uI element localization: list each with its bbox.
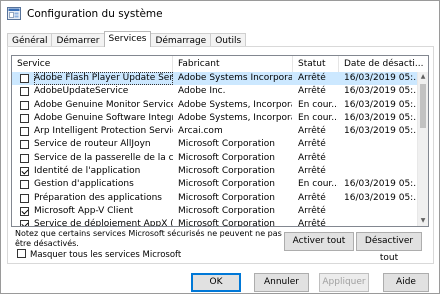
disabled-date-cell: 16/03/2019 05:... [344, 126, 418, 137]
cancel-button[interactable]: Annuler [254, 273, 309, 292]
table-row[interactable]: Identité de l'application Microsoft Corpo… [12, 165, 428, 178]
table-row[interactable]: AdobeUpdateService Adobe Inc. Arrêté 16/03/… [12, 85, 428, 98]
apply-button[interactable]: Appliquer [319, 273, 369, 292]
table-row[interactable]: Microsoft App-V Client Microsoft Corporat… [12, 205, 428, 218]
service-name-cell: AdobeUpdateService [34, 86, 129, 97]
tab-services[interactable]: Services [103, 31, 152, 47]
row-checkbox[interactable] [20, 193, 29, 203]
service-name-cell: Adobe Genuine Monitor Service [34, 99, 173, 110]
status-cell: Arrêté [298, 166, 326, 177]
hide-microsoft-services-label: Masquer tous les services Microsoft [30, 250, 182, 260]
column-header-status[interactable]: Statut [293, 56, 339, 72]
tab-tools[interactable]: Outils [210, 33, 247, 47]
service-name-cell: Arp Intelligent Protection Service [34, 126, 173, 137]
status-cell: Arrêté [298, 219, 326, 227]
checkbox-box[interactable] [17, 249, 26, 258]
disabled-date-cell: 16/03/2019 05:... [344, 192, 418, 203]
vertical-scrollbar[interactable]: ▲ ▼ [417, 72, 428, 226]
vendor-cell: Arcai.com [178, 126, 223, 137]
vendor-cell: Microsoft Corporation [178, 179, 275, 190]
column-header-disabled-date[interactable]: Date de désacti... [339, 56, 424, 72]
row-checkbox[interactable] [20, 153, 29, 163]
status-cell: Arrêté [298, 152, 326, 163]
table-row[interactable]: Service de déploiement AppX (A... Microso… [12, 218, 428, 227]
vendor-cell: Microsoft Corporation [178, 192, 275, 203]
row-checkbox[interactable] [20, 113, 29, 123]
row-checkbox[interactable] [20, 100, 29, 110]
vendor-cell: Adobe Systems Incorporated [178, 73, 292, 83]
disabled-date-cell: 16/03/2019 05:... [344, 86, 418, 97]
disabled-date-cell: 16/03/2019 05:... [344, 179, 418, 190]
service-name-cell: Microsoft App-V Client [34, 205, 134, 216]
vendor-cell: Microsoft Corporation [178, 166, 275, 177]
service-name-cell: Adobe Flash Player Update Service [34, 72, 173, 86]
table-row[interactable]: Service de la passerelle de la co... Micr… [12, 152, 428, 165]
tab-bar: Général Démarrer Services Démarrage Outi… [7, 31, 247, 47]
title-bar: Configuration du système [1, 1, 439, 27]
row-checkbox[interactable] [20, 167, 29, 177]
window-title: Configuration du système [27, 8, 163, 20]
disable-all-button[interactable]: Désactiver tout [356, 232, 422, 263]
list-rows: Adobe Flash Player Update Service Adobe S… [12, 72, 428, 227]
vendor-cell: Adobe Inc. [178, 86, 226, 97]
status-cell: Arrêté [298, 86, 326, 97]
disabled-date-cell: 16/03/2019 05:... [344, 112, 418, 123]
status-cell: Arrêté [298, 126, 326, 137]
vendor-cell: Adobe Systems, Incorpora... [178, 112, 292, 123]
table-row[interactable]: Service de routeur AllJoyn Microsoft Corp… [12, 138, 428, 151]
scroll-up-arrow-icon[interactable]: ▲ [418, 72, 428, 82]
table-row[interactable]: Adobe Flash Player Update Service Adobe S… [12, 72, 428, 86]
status-cell: En cour... [298, 179, 338, 190]
table-row[interactable]: Gestion d'applications Microsoft Corporat… [12, 178, 428, 191]
disabled-date-cell: 16/03/2019 05:... [344, 99, 418, 110]
scroll-down-arrow-icon[interactable]: ▼ [418, 216, 428, 226]
row-checkbox[interactable] [20, 180, 29, 190]
service-name-cell: Identité de l'application [34, 166, 141, 177]
note-text: Notez que certains services Microsoft sé… [15, 229, 282, 248]
ok-button[interactable]: OK [191, 273, 241, 292]
tab-general[interactable]: Général [7, 33, 53, 47]
vendor-cell: Adobe Systems, Incorpora... [178, 99, 292, 110]
status-cell: Arrêté [298, 192, 326, 203]
vendor-cell: Microsoft Corporation [178, 152, 275, 163]
row-checkbox[interactable] [20, 127, 29, 137]
table-row[interactable]: Adobe Genuine Monitor Service Adobe Syste… [12, 99, 428, 112]
help-button[interactable]: Aide [383, 273, 429, 292]
list-header: Service Fabricant Statut Date de désacti… [12, 56, 428, 73]
status-cell: Arrêté [298, 205, 326, 216]
service-name-cell: Service de la passerelle de la co... [34, 152, 173, 163]
table-row[interactable]: Arp Intelligent Protection Service Arcai.… [12, 125, 428, 138]
enable-all-button[interactable]: Activer tout [284, 232, 354, 251]
msconfig-icon [7, 7, 21, 20]
services-list[interactable]: Service Fabricant Statut Date de désacti… [11, 55, 429, 227]
service-name-cell: Préparation des applications [34, 192, 162, 203]
vendor-cell: Microsoft Corporation [178, 205, 275, 216]
tab-boot[interactable]: Démarrer [51, 33, 105, 47]
service-name-cell: Service de déploiement AppX (A... [34, 219, 173, 227]
status-cell: En cour... [298, 112, 338, 123]
status-cell: Arrêté [298, 73, 326, 83]
status-cell: En cour... [298, 99, 338, 110]
table-row[interactable]: Adobe Genuine Software Integri... Adobe S… [12, 112, 428, 125]
service-name-cell: Adobe Genuine Software Integri... [34, 112, 173, 123]
row-checkbox[interactable] [20, 206, 29, 216]
service-name-cell: Service de routeur AllJoyn [34, 139, 151, 150]
row-checkbox[interactable] [20, 74, 29, 83]
column-header-vendor[interactable]: Fabricant [173, 56, 293, 72]
hide-microsoft-services-checkbox[interactable]: Masquer tous les services Microsoft [17, 249, 181, 261]
vendor-cell: Microsoft Corporation [178, 139, 275, 150]
service-name-cell: Gestion d'applications [34, 179, 134, 190]
disabled-date-cell: 16/03/2019 05:... [344, 73, 418, 83]
scroll-thumb[interactable] [420, 84, 426, 128]
status-cell: Arrêté [298, 139, 326, 150]
system-configuration-window: Configuration du système Général Démarre… [0, 0, 440, 294]
row-checkbox[interactable] [20, 220, 29, 226]
row-checkbox[interactable] [20, 87, 29, 97]
tab-startup[interactable]: Démarrage [150, 33, 212, 47]
table-row[interactable]: Préparation des applications Microsoft Co… [12, 192, 428, 205]
row-checkbox[interactable] [20, 140, 29, 150]
column-header-service[interactable]: Service [12, 56, 173, 72]
vendor-cell: Microsoft Corporation [178, 219, 275, 227]
